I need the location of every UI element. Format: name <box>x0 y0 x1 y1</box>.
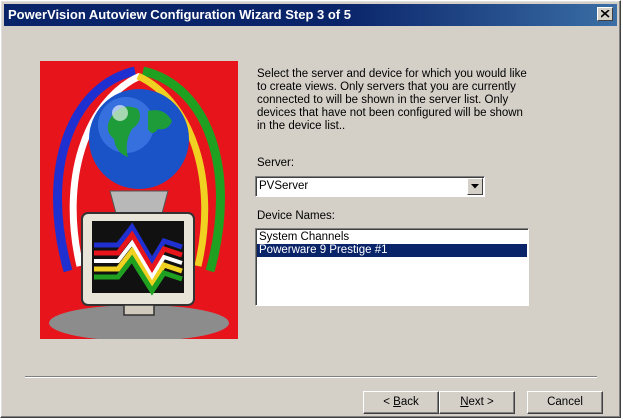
chevron-down-icon <box>471 184 479 189</box>
monitor-stand <box>123 304 155 316</box>
device-list-item[interactable]: System Channels <box>257 231 527 244</box>
instructions-text: Select the server and device for which y… <box>257 68 527 132</box>
server-label: Server: <box>257 157 295 169</box>
divider <box>25 376 597 378</box>
wizard-illustration <box>40 61 238 339</box>
server-select-value: PVServer <box>259 180 309 192</box>
title-bar[interactable]: PowerVision Autoview Configuration Wizar… <box>4 4 617 26</box>
next-button[interactable]: Next > <box>439 391 515 414</box>
server-select[interactable]: PVServer <box>255 176 485 197</box>
back-button[interactable]: < Back <box>363 391 439 414</box>
wizard-dialog: PowerVision Autoview Configuration Wizar… <box>0 0 621 418</box>
device-list-item-selected[interactable]: Powerware 9 Prestige #1 <box>257 244 527 257</box>
window-title: PowerVision Autoview Configuration Wizar… <box>8 7 351 22</box>
close-icon <box>601 10 610 18</box>
device-list[interactable]: System Channels Powerware 9 Prestige #1 <box>255 228 529 306</box>
close-button[interactable] <box>597 7 613 21</box>
cancel-button[interactable]: Cancel <box>527 391 603 414</box>
device-names-label: Device Names: <box>257 210 335 222</box>
server-dropdown-button[interactable] <box>467 178 483 195</box>
